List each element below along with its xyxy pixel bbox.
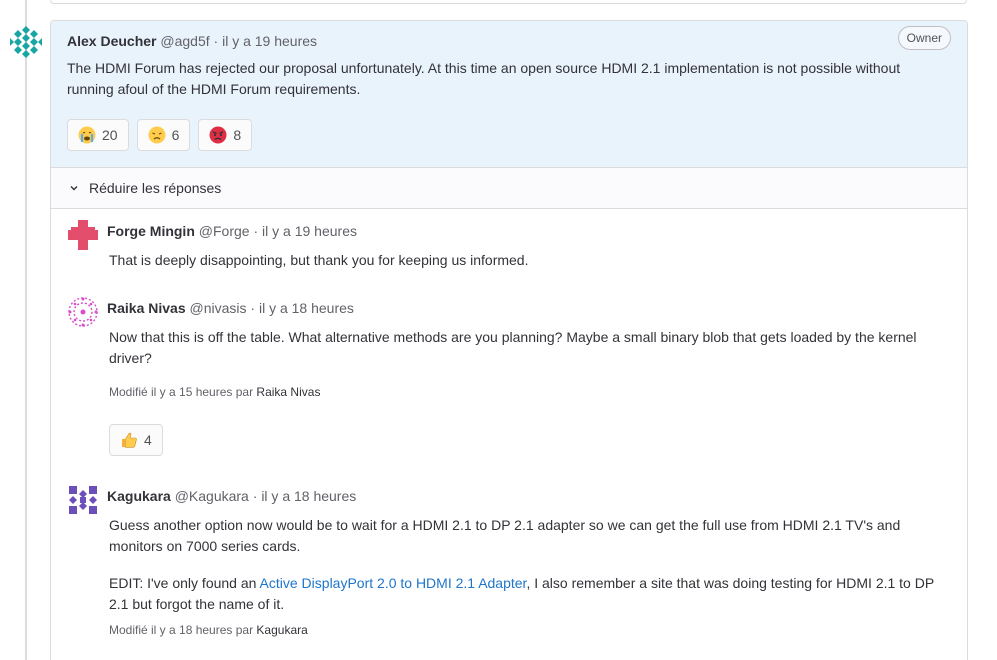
angry-face-icon	[209, 126, 227, 144]
reply-header: Kagukara @Kagukara · il y a 18 heures	[107, 488, 356, 504]
reply-body: Now that this is off the table. What alt…	[109, 329, 917, 366]
main-note: Alex Deucher @agd5f · il y a 19 heures O…	[51, 21, 967, 168]
reply-item: Raika Nivas @nivasis · il y a 18 heures …	[67, 296, 947, 486]
author-handle[interactable]: @Forge	[199, 223, 250, 239]
reply-body: That is deeply disappointing, but thank …	[109, 252, 529, 268]
adapter-link[interactable]: Active DisplayPort 2.0 to HDMI 2.1 Adapt…	[260, 575, 527, 591]
reply-item: Kagukara @Kagukara · il y a 18 heures Gu…	[67, 484, 947, 660]
thumbs-up-icon	[122, 432, 137, 448]
disappointed-face-icon	[148, 126, 166, 144]
replies-list: Forge Mingin @Forge · il y a 19 heures T…	[51, 209, 967, 660]
crying-face-icon	[78, 126, 96, 144]
award-count: 20	[102, 127, 118, 143]
author-name[interactable]: Kagukara	[107, 488, 171, 504]
reply-paragraph: EDIT: I've only found an Active DisplayP…	[109, 573, 949, 615]
text: EDIT: I've only found an	[109, 575, 260, 591]
reply-timestamp[interactable]: il y a 19 heures	[262, 223, 357, 239]
owner-badge: Owner	[897, 26, 951, 50]
note-header: Alex Deucher @agd5f · il y a 19 heures	[67, 33, 317, 49]
reactions-bar: 20 6 8	[67, 119, 253, 151]
collapse-replies-toggle[interactable]: Réduire les réponses	[51, 168, 967, 209]
avatar-alex-deucher[interactable]	[9, 25, 43, 59]
collapse-replies-label: Réduire les réponses	[89, 180, 222, 196]
editor-name[interactable]: Raika Nivas	[256, 385, 320, 399]
edited-label: Modifié il y a 18 heures par	[109, 623, 254, 637]
reply-header: Forge Mingin @Forge · il y a 19 heures	[107, 223, 357, 239]
previous-note-edge	[50, 0, 967, 4]
chevron-down-icon	[70, 186, 78, 191]
author-handle[interactable]: @nivasis	[190, 300, 247, 316]
edited-label: Modifié il y a 15 heures par	[109, 385, 254, 399]
reply-body: Guess another option now would be to wai…	[109, 515, 949, 615]
timeline-line	[25, 0, 27, 660]
author-name[interactable]: Alex Deucher	[67, 33, 156, 49]
award-count: 6	[171, 127, 180, 143]
separator: ·	[250, 300, 256, 316]
discussion-thread: Alex Deucher @agd5f · il y a 19 heures O…	[50, 20, 968, 660]
award-angry-button[interactable]: 8	[198, 119, 253, 151]
award-crying-button[interactable]: 20	[67, 119, 129, 151]
award-thumbsup-button[interactable]: 4	[109, 424, 163, 456]
reply-timestamp[interactable]: il y a 18 heures	[261, 488, 356, 504]
award-count: 4	[144, 432, 152, 448]
reply-header: Raika Nivas @nivasis · il y a 18 heures	[107, 300, 354, 316]
note-body: The HDMI Forum has rejected our proposal…	[67, 60, 901, 97]
editor-name[interactable]: Kagukara	[256, 623, 307, 637]
separator: ·	[213, 33, 219, 49]
author-name[interactable]: Forge Mingin	[107, 223, 195, 239]
award-disappointed-button[interactable]: 6	[136, 119, 191, 151]
separator: ·	[253, 223, 259, 239]
award-count: 8	[233, 127, 242, 143]
edited-note: Modifié il y a 18 heures par Kagukara	[109, 623, 308, 637]
note-timestamp[interactable]: il y a 19 heures	[222, 33, 317, 49]
avatar-raika-nivas[interactable]	[67, 296, 99, 328]
edited-note: Modifié il y a 15 heures par Raika Nivas	[109, 385, 320, 399]
avatar-forge-mingin[interactable]	[67, 219, 99, 251]
reply-timestamp[interactable]: il y a 18 heures	[259, 300, 354, 316]
avatar-kagukara[interactable]	[67, 484, 99, 516]
author-handle[interactable]: @Kagukara	[175, 488, 249, 504]
author-name[interactable]: Raika Nivas	[107, 300, 186, 316]
reply-paragraph: Guess another option now would be to wai…	[109, 517, 901, 554]
author-handle[interactable]: @agd5f	[160, 33, 209, 49]
separator: ·	[252, 488, 258, 504]
reply-item: Forge Mingin @Forge · il y a 19 heures T…	[67, 219, 947, 279]
